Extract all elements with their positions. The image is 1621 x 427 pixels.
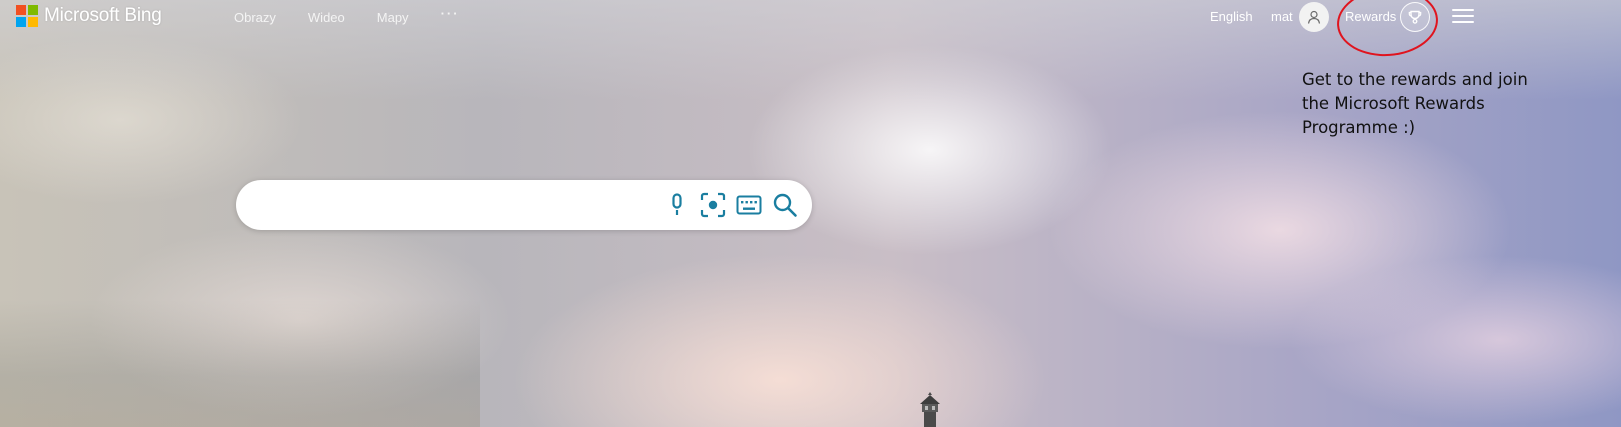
microsoft-logo-icon (16, 5, 38, 27)
bing-logo[interactable]: Microsoft Bing (16, 5, 162, 27)
background-treeline (0, 300, 480, 427)
language-selector[interactable]: English (1210, 9, 1253, 24)
user-name[interactable]: mat (1271, 9, 1293, 24)
nav-item-maps[interactable]: Mapy (377, 10, 409, 25)
search-icon[interactable] (772, 192, 798, 218)
nav-item-videos[interactable]: Wideo (308, 10, 345, 25)
avatar[interactable] (1299, 2, 1329, 32)
nav-item-images[interactable]: Obrazy (234, 10, 276, 25)
visual-search-icon[interactable] (700, 192, 726, 218)
brand-name: Microsoft Bing (44, 5, 162, 26)
keyboard-icon[interactable] (736, 192, 762, 218)
tower-silhouette (920, 392, 940, 427)
bing-homepage: Microsoft Bing Obrazy Wideo Mapy ··· Eng… (0, 0, 1621, 427)
nav-more-button[interactable]: ··· (441, 6, 460, 25)
search-input[interactable] (258, 188, 682, 224)
annotation-text: Get to the rewards and join the Microsof… (1302, 70, 1528, 137)
search-box (236, 180, 812, 230)
hamburger-menu-icon[interactable] (1452, 9, 1474, 25)
person-icon (1307, 10, 1321, 24)
microphone-icon[interactable] (664, 192, 690, 218)
top-nav: Obrazy Wideo Mapy ··· (234, 6, 492, 25)
